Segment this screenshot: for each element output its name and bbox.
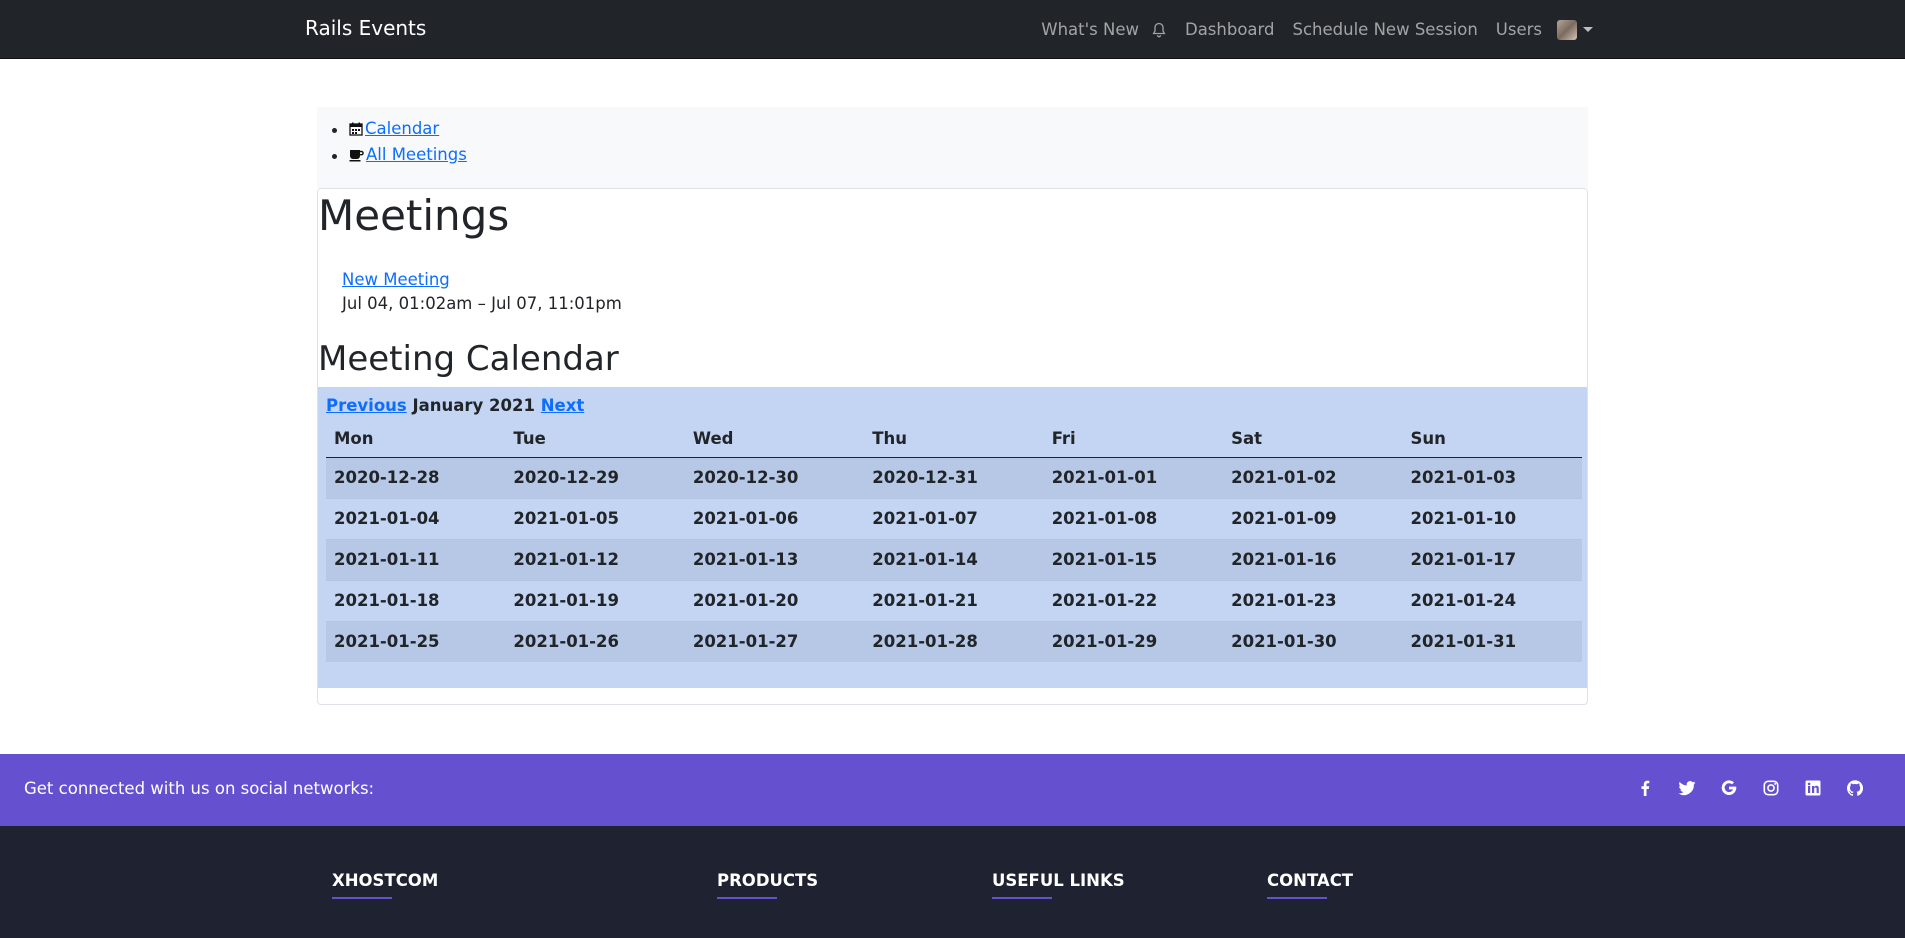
calendar-day-cell[interactable]: 2021-01-02 xyxy=(1223,456,1403,498)
footer-column-heading: CONTACT xyxy=(1267,871,1353,899)
sub-navigation: Calendar All Meetings xyxy=(317,107,1588,188)
footer-column-heading: PRODUCTS xyxy=(717,871,818,899)
meetings-card: Meetings New Meeting Jul 04, 01:02am – J… xyxy=(317,188,1588,705)
calendar-day-cell[interactable]: 2021-01-04 xyxy=(326,497,506,539)
calendar-day-cell[interactable]: 2020-12-28 xyxy=(326,456,506,498)
calendar-link[interactable]: Calendar xyxy=(349,117,439,141)
calendar-day-cell[interactable]: 2021-01-31 xyxy=(1402,620,1582,662)
calendar-grid: Mon Tue Wed Thu Fri Sat Sun 2020-12-28 2… xyxy=(326,421,1582,662)
calendar-day-cell[interactable]: 2021-01-09 xyxy=(1223,497,1403,539)
subnav-item-all-meetings: All Meetings xyxy=(349,143,467,169)
current-month-label: January 2021 xyxy=(412,396,535,415)
calendar-day-cell[interactable]: 2021-01-13 xyxy=(684,538,865,580)
calendar-day-cell[interactable]: 2021-01-20 xyxy=(684,579,865,621)
coffee-cup-icon xyxy=(349,150,364,162)
facebook-icon[interactable] xyxy=(1635,778,1655,798)
weekday-header-row: Mon Tue Wed Thu Fri Sat Sun xyxy=(326,421,1582,458)
calendar-day-cell[interactable]: 2021-01-17 xyxy=(1402,538,1582,580)
calendar-month-nav: Previous January 2021 Next xyxy=(326,396,584,415)
calendar-day-cell[interactable]: 2021-01-11 xyxy=(326,538,506,580)
calendar-day-cell[interactable]: 2021-01-06 xyxy=(684,497,865,539)
all-meetings-link-label: All Meetings xyxy=(366,145,467,164)
weekday-header: Tue xyxy=(505,421,685,458)
calendar-day-cell[interactable]: 2021-01-23 xyxy=(1223,579,1403,621)
weekday-header: Sat xyxy=(1223,421,1403,458)
calendar-day-cell[interactable]: 2020-12-29 xyxy=(505,456,685,498)
page-title: Meetings xyxy=(318,191,510,240)
weekday-header: Mon xyxy=(326,421,506,458)
calendar-day-cell[interactable]: 2021-01-10 xyxy=(1402,497,1582,539)
calendar-day-cell[interactable]: 2021-01-12 xyxy=(505,538,685,580)
previous-month-link[interactable]: Previous xyxy=(326,396,407,415)
nav-users[interactable]: Users xyxy=(1487,20,1551,39)
site-footer: XHOSTCOM PRODUCTS USEFUL LINKS CONTACT xyxy=(0,826,1905,938)
github-icon[interactable] xyxy=(1845,778,1865,798)
calendar-week-row: 2021-01-11 2021-01-12 2021-01-13 2021-01… xyxy=(326,538,1582,580)
new-meeting-link[interactable]: New Meeting xyxy=(342,270,450,289)
weekday-header: Wed xyxy=(684,421,865,458)
brand-link[interactable]: Rails Events xyxy=(305,16,426,40)
calendar-day-cell[interactable]: 2021-01-01 xyxy=(1043,456,1224,498)
calendar-day-cell[interactable]: 2021-01-22 xyxy=(1043,579,1224,621)
calendar-icon xyxy=(349,122,363,136)
calendar-day-cell[interactable]: 2021-01-30 xyxy=(1223,620,1403,662)
calendar-day-cell[interactable]: 2021-01-16 xyxy=(1223,538,1403,580)
calendar-day-cell[interactable]: 2021-01-18 xyxy=(326,579,506,621)
calendar-day-cell[interactable]: 2021-01-26 xyxy=(505,620,685,662)
calendar-day-cell[interactable]: 2021-01-07 xyxy=(864,497,1044,539)
calendar-day-cell[interactable]: 2021-01-05 xyxy=(505,497,685,539)
weekday-header: Thu xyxy=(864,421,1044,458)
calendar-week-row: 2021-01-04 2021-01-05 2021-01-06 2021-01… xyxy=(326,497,1582,539)
user-menu-dropdown[interactable] xyxy=(1551,19,1593,40)
calendar-week-row: 2020-12-28 2020-12-29 2020-12-30 2020-12… xyxy=(326,456,1582,498)
calendar-day-cell[interactable]: 2021-01-14 xyxy=(864,538,1044,580)
meeting-time-range: Jul 04, 01:02am – Jul 07, 11:01pm xyxy=(342,294,622,313)
calendar-day-cell[interactable]: 2021-01-21 xyxy=(864,579,1044,621)
calendar-day-cell[interactable]: 2020-12-30 xyxy=(684,456,865,498)
calendar-day-cell[interactable]: 2021-01-08 xyxy=(1043,497,1224,539)
calendar-day-cell[interactable]: 2021-01-28 xyxy=(864,620,1044,662)
social-bar: Get connected with us on social networks… xyxy=(0,754,1905,826)
twitter-icon[interactable] xyxy=(1677,778,1697,798)
avatar xyxy=(1557,19,1577,40)
linkedin-icon[interactable] xyxy=(1803,778,1823,798)
chevron-down-icon xyxy=(1583,27,1593,32)
calendar-link-label: Calendar xyxy=(365,119,440,138)
calendar-day-cell[interactable]: 2021-01-24 xyxy=(1402,579,1582,621)
subnav-item-calendar: Calendar xyxy=(349,117,467,143)
weekday-header: Sun xyxy=(1402,421,1582,458)
footer-column-heading: XHOSTCOM xyxy=(332,871,438,899)
weekday-header: Fri xyxy=(1043,421,1224,458)
calendar-day-cell[interactable]: 2021-01-03 xyxy=(1402,456,1582,498)
nav-whats-new[interactable]: What's New xyxy=(1032,20,1148,39)
calendar-heading: Meeting Calendar xyxy=(318,339,619,379)
calendar-week-row: 2021-01-18 2021-01-19 2021-01-20 2021-01… xyxy=(326,579,1582,621)
all-meetings-link[interactable]: All Meetings xyxy=(349,143,467,167)
meeting-calendar: Previous January 2021 Next Mon Tue Wed T… xyxy=(318,387,1587,688)
calendar-day-cell[interactable]: 2021-01-29 xyxy=(1043,620,1224,662)
calendar-day-cell[interactable]: 2021-01-15 xyxy=(1043,538,1224,580)
calendar-day-cell[interactable]: 2021-01-19 xyxy=(505,579,685,621)
nav-schedule-new-session[interactable]: Schedule New Session xyxy=(1284,20,1487,39)
top-navbar: Rails Events What's New Dashboard Schedu… xyxy=(0,0,1905,59)
calendar-day-cell[interactable]: 2020-12-31 xyxy=(864,456,1044,498)
footer-column-heading: USEFUL LINKS xyxy=(992,871,1125,899)
social-icons xyxy=(1635,778,1865,798)
calendar-day-cell[interactable]: 2021-01-27 xyxy=(684,620,865,662)
google-icon[interactable] xyxy=(1719,778,1739,798)
instagram-icon[interactable] xyxy=(1761,778,1781,798)
next-month-link[interactable]: Next xyxy=(541,396,585,415)
nav-dashboard[interactable]: Dashboard xyxy=(1176,20,1284,39)
calendar-day-cell[interactable]: 2021-01-25 xyxy=(326,620,506,662)
bell-icon[interactable] xyxy=(1148,22,1176,38)
navbar-links: What's New Dashboard Schedule New Sessio… xyxy=(1032,0,1593,59)
calendar-week-row: 2021-01-25 2021-01-26 2021-01-27 2021-01… xyxy=(326,620,1582,662)
social-bar-text: Get connected with us on social networks… xyxy=(24,779,375,798)
